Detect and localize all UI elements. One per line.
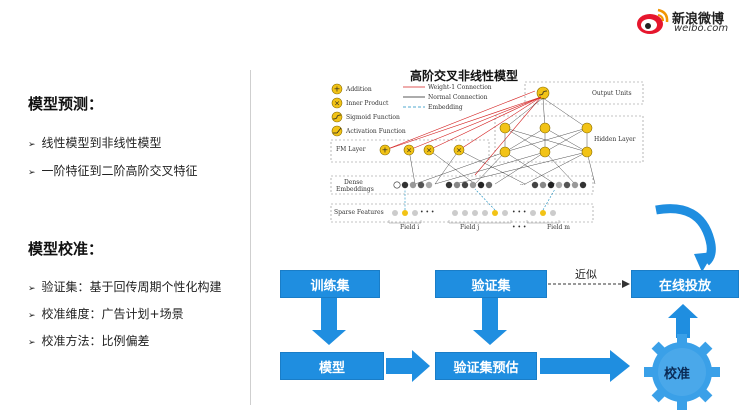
fm-product-node: × bbox=[403, 144, 415, 156]
output-node bbox=[536, 86, 550, 100]
embedding-nodes bbox=[393, 181, 587, 189]
bullet-item: ➢ 校准维度：广告计划+场景 bbox=[28, 307, 184, 321]
legend-normal-label: Normal Connection bbox=[428, 94, 488, 101]
online-serving-box: 在线投放 bbox=[631, 270, 739, 298]
fm-product-node: × bbox=[453, 144, 465, 156]
legend-addition-icon: + bbox=[331, 83, 343, 95]
triangle-bullet-icon: ➢ bbox=[28, 311, 36, 321]
vertical-divider bbox=[250, 70, 251, 405]
fm-product-node: × bbox=[423, 144, 435, 156]
legend-inner-product-label: Inner Product bbox=[346, 100, 389, 107]
fm-layer-label: FM Layer bbox=[336, 146, 366, 153]
svg-text:×: × bbox=[334, 100, 340, 108]
train-set-box: 训练集 bbox=[280, 270, 380, 298]
legend-inner-product-icon: × bbox=[331, 97, 343, 109]
dense-dots: ... bbox=[520, 180, 526, 187]
validation-set-box: 验证集 bbox=[435, 270, 547, 298]
bullet-item: ➢ 一阶特征到二阶高阶交叉特征 bbox=[28, 164, 198, 178]
triangle-bullet-icon: ➢ bbox=[28, 140, 36, 150]
arrow-right-model bbox=[386, 350, 430, 382]
legend-embedding-label: Embedding bbox=[428, 104, 463, 111]
legend-activation-label: Activation Function bbox=[346, 128, 406, 135]
dense-label: Dense bbox=[344, 179, 363, 186]
logo-domain-text: weibo.com bbox=[674, 23, 729, 34]
embeddings-label: Embeddings bbox=[336, 186, 374, 193]
svg-text:+: + bbox=[382, 146, 389, 155]
hidden-node bbox=[499, 146, 511, 158]
bullet-item: ➢ 验证集：基于回传周期个性化构建 bbox=[28, 280, 222, 294]
arrow-up-calibrate bbox=[668, 304, 698, 338]
weibo-eye-icon bbox=[637, 8, 669, 34]
weibo-logo: 新浪微博 weibo.com bbox=[636, 6, 746, 36]
arrow-down-train bbox=[312, 298, 346, 345]
hidden-node bbox=[539, 146, 551, 158]
arrow-right-predict bbox=[540, 350, 630, 382]
hidden-node bbox=[581, 146, 593, 158]
bullet-item: ➢ 校准方法：比例偏差 bbox=[28, 334, 150, 348]
section-title-calibration: 模型校准： bbox=[28, 240, 104, 258]
calibrate-label: 校准 bbox=[664, 367, 691, 382]
legend-addition-label: Addition bbox=[346, 86, 372, 93]
output-units-label: Output Units bbox=[592, 90, 632, 97]
arrow-down-validate bbox=[473, 298, 507, 345]
hidden-node bbox=[499, 122, 511, 134]
svg-text:+: + bbox=[334, 85, 341, 94]
hidden-layer-label: Hidden Layer bbox=[594, 136, 636, 143]
model-box: 模型 bbox=[280, 352, 384, 380]
section-title-prediction: 模型预测： bbox=[28, 95, 104, 113]
bullet-item: ➢ 线性模型到非线性模型 bbox=[28, 136, 162, 150]
svg-text:×: × bbox=[456, 147, 462, 155]
triangle-bullet-icon: ➢ bbox=[28, 284, 36, 294]
svg-text:×: × bbox=[426, 147, 432, 155]
validation-predict-box: 验证集预估 bbox=[435, 352, 537, 380]
triangle-bullet-icon: ➢ bbox=[28, 168, 36, 178]
hidden-node bbox=[539, 122, 551, 134]
legend-sigmoid-label: Sigmoid Function bbox=[346, 114, 400, 121]
triangle-bullet-icon: ➢ bbox=[28, 338, 36, 348]
legend-activation-icon bbox=[331, 125, 343, 137]
svg-text:×: × bbox=[406, 147, 412, 155]
approx-label: 近似 bbox=[575, 268, 597, 281]
legend-sigmoid-icon bbox=[331, 111, 343, 123]
hidden-node bbox=[581, 122, 593, 134]
fm-addition-node: + bbox=[379, 144, 391, 156]
legend-weight1-label: Weight-1 Connection bbox=[428, 84, 492, 91]
